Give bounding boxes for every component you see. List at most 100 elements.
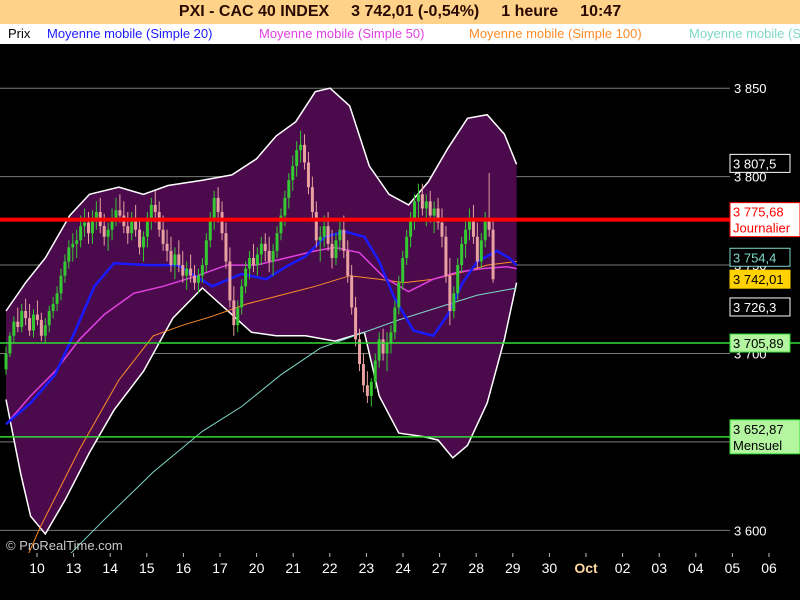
candle-body bbox=[59, 275, 63, 294]
candle-body bbox=[102, 226, 106, 237]
candle-body bbox=[464, 229, 468, 244]
x-tick-label: 27 bbox=[432, 560, 448, 576]
x-tick-label: 30 bbox=[542, 560, 558, 576]
candle-body bbox=[28, 318, 32, 331]
x-tick-label: 20 bbox=[249, 560, 265, 576]
candle-body bbox=[456, 265, 460, 294]
candle-body bbox=[236, 307, 240, 326]
candle-body bbox=[310, 187, 314, 212]
candle-body bbox=[149, 204, 153, 220]
candle-body bbox=[299, 144, 303, 151]
candle-body bbox=[306, 162, 310, 188]
candle-body bbox=[169, 250, 173, 266]
candle-body bbox=[350, 275, 354, 308]
candle-body bbox=[232, 300, 236, 326]
candle-body bbox=[165, 243, 169, 251]
candle-body bbox=[86, 222, 90, 234]
x-tick-label: 03 bbox=[651, 560, 667, 576]
candle-body bbox=[373, 360, 377, 382]
x-tick-label: 21 bbox=[285, 560, 301, 576]
candle-body bbox=[283, 197, 287, 216]
x-tick-label: 17 bbox=[212, 560, 228, 576]
candle-body bbox=[204, 240, 208, 266]
candle-body bbox=[208, 219, 212, 241]
candle-body bbox=[416, 194, 420, 202]
price-level-label: 3 775,68 bbox=[733, 205, 784, 220]
candle-body bbox=[401, 257, 405, 283]
candle-body bbox=[479, 240, 483, 262]
candle-body bbox=[369, 381, 373, 396]
candle-body bbox=[248, 257, 252, 269]
legend-price[interactable]: Prix bbox=[8, 26, 30, 41]
candle-body bbox=[12, 321, 16, 336]
legend-ma20[interactable]: Moyenne mobile (Simple 20) bbox=[47, 26, 212, 41]
chart-title-bar: PXI - CAC 40 INDEX 3 742,01 (-0,54%) 1 h… bbox=[0, 0, 800, 24]
legend-ma100[interactable]: Moyenne mobile (Simple 100) bbox=[469, 26, 642, 41]
candle-body bbox=[303, 144, 307, 163]
candle-body bbox=[106, 229, 110, 237]
x-tick-label: Oct bbox=[574, 560, 598, 576]
candle-body bbox=[471, 219, 475, 237]
candle-body bbox=[75, 240, 79, 244]
y-tick-label: 3 850 bbox=[734, 81, 767, 96]
x-tick-label: 06 bbox=[761, 560, 777, 576]
price-level-label: 3 726,3 bbox=[733, 300, 776, 315]
candle-body bbox=[271, 250, 275, 262]
candle-body bbox=[420, 194, 424, 209]
candle-body bbox=[397, 282, 401, 308]
x-tick-label: 14 bbox=[102, 560, 118, 576]
interval-label: 1 heure bbox=[501, 3, 559, 20]
x-tick-label: 02 bbox=[615, 560, 631, 576]
candle-body bbox=[8, 335, 12, 354]
candle-body bbox=[31, 314, 35, 331]
candle-body bbox=[448, 275, 452, 312]
candle-body bbox=[185, 268, 189, 276]
candle-body bbox=[342, 229, 346, 251]
price-level-label: 3 807,5 bbox=[733, 156, 776, 171]
candle-body bbox=[47, 311, 51, 326]
candle-body bbox=[216, 197, 220, 212]
candle-body bbox=[413, 201, 417, 220]
candle-body bbox=[173, 254, 177, 266]
candle-body bbox=[244, 268, 248, 287]
candle-body bbox=[118, 210, 122, 216]
x-tick-label: 22 bbox=[322, 560, 338, 576]
prorealtime-watermark: © ProRealTime.com bbox=[6, 538, 123, 553]
candle-body bbox=[4, 353, 8, 370]
candle-body bbox=[51, 303, 55, 312]
candle-body bbox=[354, 307, 358, 340]
candle-body bbox=[259, 243, 263, 255]
candle-body bbox=[326, 226, 330, 244]
price-level-label: 3 754,4 bbox=[733, 250, 776, 265]
candle-body bbox=[491, 229, 495, 280]
price-chart[interactable]: 3 8503 8003 7503 7003 6503 6003 807,53 7… bbox=[0, 0, 800, 600]
price-level-label: 3 705,89 bbox=[733, 336, 784, 351]
candle-body bbox=[483, 219, 487, 241]
candle-body bbox=[71, 243, 75, 248]
candle-body bbox=[263, 243, 267, 251]
candle-body bbox=[405, 236, 409, 258]
candle-body bbox=[440, 222, 444, 237]
candle-body bbox=[177, 254, 181, 266]
price-level-label: 3 652,87 bbox=[733, 422, 784, 437]
x-tick-label: 05 bbox=[725, 560, 741, 576]
candle-body bbox=[138, 229, 142, 248]
candle-body bbox=[145, 219, 149, 237]
candle-body bbox=[389, 332, 393, 343]
candle-body bbox=[83, 222, 87, 227]
candle-body bbox=[161, 229, 165, 244]
candle-body bbox=[475, 236, 479, 262]
x-tick-label: 29 bbox=[505, 560, 521, 576]
candle-body bbox=[361, 364, 365, 386]
candle-body bbox=[338, 229, 342, 241]
candle-body bbox=[35, 314, 39, 320]
candle-body bbox=[189, 268, 193, 276]
candle-body bbox=[200, 265, 204, 276]
candle-body bbox=[141, 236, 145, 248]
legend-ma200[interactable]: Moyenne mobile (Simple 200) bbox=[689, 26, 800, 41]
candle-body bbox=[255, 254, 259, 266]
price-level-period: Journalier bbox=[733, 221, 791, 236]
candle-body bbox=[240, 286, 244, 308]
candle-body bbox=[228, 261, 232, 301]
legend-ma50[interactable]: Moyenne mobile (Simple 50) bbox=[259, 26, 424, 41]
